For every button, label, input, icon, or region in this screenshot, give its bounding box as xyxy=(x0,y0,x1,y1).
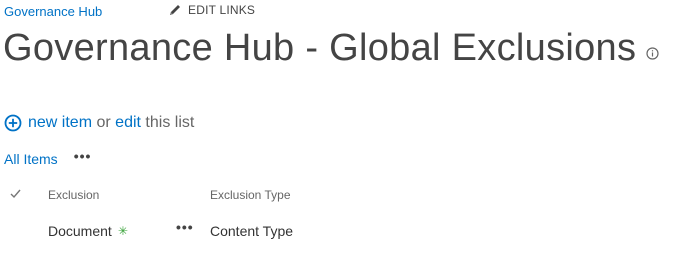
list-actions: new item or edit this list xyxy=(4,114,194,132)
site-name-link[interactable]: Governance Hub xyxy=(4,4,102,19)
edit-links-button[interactable]: EDIT LINKS xyxy=(168,3,255,17)
table-header: Exclusion Exclusion Type xyxy=(0,186,680,206)
table-row[interactable]: Document ✳ ••• Content Type xyxy=(0,219,680,244)
edit-links-label: EDIT LINKS xyxy=(188,3,256,17)
info-icon[interactable] xyxy=(646,47,659,60)
exclusion-type-value: Content Type xyxy=(210,223,294,239)
view-all-items[interactable]: All Items xyxy=(4,151,58,167)
plus-circle-icon[interactable] xyxy=(4,114,22,132)
new-item-link[interactable]: new item xyxy=(28,114,92,132)
row-menu-button[interactable]: ••• xyxy=(176,219,194,235)
exclusion-cell[interactable]: Document ✳ xyxy=(48,223,128,239)
column-header-exclusion-type[interactable]: Exclusion Type xyxy=(210,188,291,202)
view-selector: All Items ••• xyxy=(4,148,92,167)
edit-list-link[interactable]: edit xyxy=(115,114,141,132)
more-views-button[interactable]: ••• xyxy=(74,148,92,164)
checkmark-icon[interactable] xyxy=(9,187,22,200)
or-text: or xyxy=(96,114,111,131)
top-nav-bar: Governance Hub xyxy=(4,2,102,20)
column-header-exclusion[interactable]: Exclusion xyxy=(48,188,99,202)
new-item-icon: ✳ xyxy=(117,224,128,238)
page-header: Governance Hub - Global Exclusions xyxy=(3,24,659,72)
page-title: Governance Hub - Global Exclusions xyxy=(3,27,637,69)
this-list-text: this list xyxy=(145,114,195,131)
pencil-icon xyxy=(168,3,182,17)
exclusion-value[interactable]: Document xyxy=(48,223,112,239)
